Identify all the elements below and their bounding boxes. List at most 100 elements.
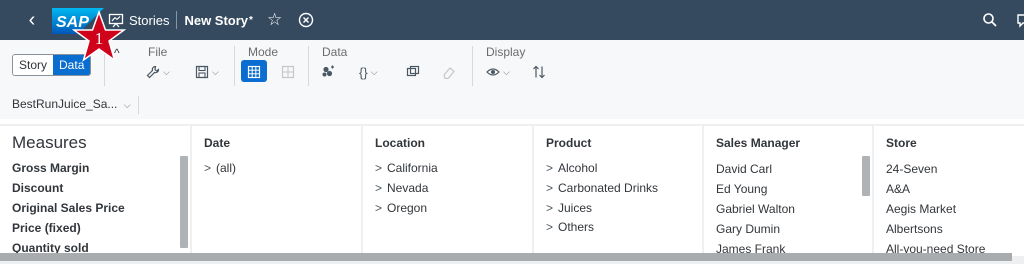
date-title: Date — [204, 136, 231, 150]
horizontal-scrollbar[interactable] — [0, 253, 1012, 261]
formula-menu-button[interactable]: {} ⌵ — [359, 64, 378, 80]
tools-menu-button[interactable]: ⌵ — [146, 64, 170, 80]
model-bar: BestRunJuice_Sa... ⌵ — [0, 92, 1024, 119]
chevron-down-icon: ⌵ — [503, 66, 510, 77]
back-icon[interactable]: ‹ — [22, 9, 42, 31]
product-panel: Product > Alcohol > Carbonated Drinks > Jui… — [534, 126, 702, 256]
sales-manager-member[interactable]: Gary Dumin — [716, 222, 780, 236]
sort-icon — [533, 65, 545, 79]
product-member-label: Carbonated Drinks — [558, 181, 659, 195]
store-member[interactable]: Aegis Market — [886, 202, 956, 216]
grid-mode-icon-wrap — [247, 64, 261, 80]
document-title[interactable]: New Story — [184, 13, 248, 28]
store-title: Store — [886, 136, 917, 150]
chevron-right-icon[interactable]: > — [375, 161, 387, 175]
chevron-down-icon: ⌵ — [370, 66, 378, 77]
location-panel: Location > California > Nevada > Oregon — [363, 126, 532, 256]
product-member-label: Alcohol — [558, 161, 598, 175]
chevron-right-icon[interactable]: > — [204, 161, 216, 175]
group-label-file: File — [148, 45, 168, 59]
table-icon — [281, 65, 295, 79]
model-divider — [138, 96, 139, 114]
measures-scrollbar[interactable] — [180, 156, 188, 248]
store-member[interactable]: Albertsons — [886, 222, 943, 236]
chevron-right-icon[interactable]: > — [546, 161, 558, 175]
copy-icon — [406, 65, 420, 77]
measure-item[interactable]: Price (fixed) — [12, 221, 81, 235]
chevron-down-icon: ⌵ — [123, 100, 131, 110]
breadcrumb-stories[interactable]: Stories — [129, 13, 169, 28]
product-member[interactable]: > Carbonated Drinks — [546, 181, 658, 195]
measure-item[interactable]: Discount — [12, 181, 63, 195]
sales-manager-title: Sales Manager — [716, 136, 801, 150]
measures-panel: Measures Gross Margin Discount Original … — [0, 126, 190, 256]
model-selector[interactable]: BestRunJuice_Sa... ⌵ — [12, 97, 131, 111]
toolbar-divider — [234, 46, 235, 86]
location-member[interactable]: > Oregon — [375, 201, 427, 215]
model-name: BestRunJuice_Sa... — [12, 97, 118, 111]
group-label-data: Data — [322, 45, 348, 59]
display-menu-button[interactable]: ⌵ — [486, 64, 510, 80]
chevron-right-icon[interactable]: > — [375, 201, 387, 215]
product-member[interactable]: > Juices — [546, 201, 592, 215]
location-member-label: Oregon — [387, 201, 428, 215]
measures-title: Measures — [12, 133, 87, 152]
add-data-button[interactable] — [321, 64, 335, 80]
table-mode-button[interactable] — [281, 64, 295, 80]
product-member[interactable]: > Others — [546, 220, 594, 234]
formula-icon: {} — [359, 64, 368, 80]
save-icon — [195, 65, 209, 79]
store-member[interactable]: 24-Seven — [886, 162, 937, 176]
step-marker-number: 1 — [95, 29, 104, 48]
sales-manager-member[interactable]: Ed Young — [716, 182, 767, 196]
product-member[interactable]: > Alcohol — [546, 161, 597, 175]
chat-icon[interactable] — [1016, 12, 1024, 28]
measure-item[interactable]: Gross Margin — [12, 161, 89, 175]
wrench-icon — [146, 65, 160, 79]
measure-item[interactable]: Original Sales Price — [12, 201, 125, 215]
close-circle-icon[interactable] — [298, 12, 314, 28]
shell-bar: ‹ SAP Stories New Story * ☆ — [0, 0, 1024, 40]
grid-view-icon — [247, 65, 261, 79]
product-title: Product — [546, 136, 592, 150]
breadcrumb-separator — [176, 11, 178, 29]
chevron-right-icon[interactable]: > — [546, 181, 558, 195]
dimension-panels: Measures Gross Margin Discount Original … — [0, 124, 1024, 264]
search-icon[interactable] — [982, 12, 998, 28]
store-panel: Store 24-Seven A&A Aegis Market Albertso… — [874, 126, 1024, 256]
group-label-mode: Mode — [248, 45, 279, 59]
save-menu-button[interactable]: ⌵ — [195, 64, 219, 80]
date-member[interactable]: > (all) — [204, 161, 236, 175]
chevron-right-icon[interactable]: > — [546, 201, 558, 215]
location-member[interactable]: > California — [375, 161, 438, 175]
breadcrumb: Stories New Story * ☆ — [108, 10, 314, 30]
toolbar: Story Data ^ File ⌵ ⌵ Mode Data {} ⌵ Dis… — [0, 40, 1024, 92]
chevron-down-icon: ⌵ — [163, 66, 170, 77]
sales-manager-member[interactable]: David Carl — [716, 162, 772, 176]
group-label-display: Display — [486, 45, 526, 59]
chevron-right-icon[interactable]: > — [375, 181, 387, 195]
date-member-label: (all) — [216, 161, 236, 175]
store-member[interactable]: A&A — [886, 182, 910, 196]
copy-button[interactable] — [406, 64, 420, 80]
location-member[interactable]: > Nevada — [375, 181, 428, 195]
product-member-label: Others — [558, 220, 595, 234]
sales-manager-member[interactable]: Gabriel Walton — [716, 202, 795, 216]
sales-manager-panel: Sales Manager David Carl Ed Young Gabrie… — [704, 126, 872, 256]
clear-button[interactable] — [442, 64, 456, 80]
step-marker: 1 — [72, 10, 126, 62]
eye-icon — [486, 68, 500, 76]
product-member-label: Juices — [558, 201, 593, 215]
toolbar-divider — [308, 46, 309, 86]
story-view-button[interactable]: Story — [13, 55, 54, 75]
date-panel: Date > (all) — [192, 126, 361, 256]
unsaved-indicator: * — [249, 14, 253, 26]
star-icon[interactable]: ☆ — [267, 11, 282, 29]
location-member-label: Nevada — [387, 181, 429, 195]
toolbar-divider — [472, 46, 473, 86]
sort-button[interactable] — [532, 64, 546, 80]
chevron-right-icon[interactable]: > — [546, 220, 558, 234]
sales-manager-scrollbar[interactable] — [862, 156, 870, 196]
add-data-icon — [322, 65, 334, 77]
location-member-label: California — [387, 161, 438, 175]
